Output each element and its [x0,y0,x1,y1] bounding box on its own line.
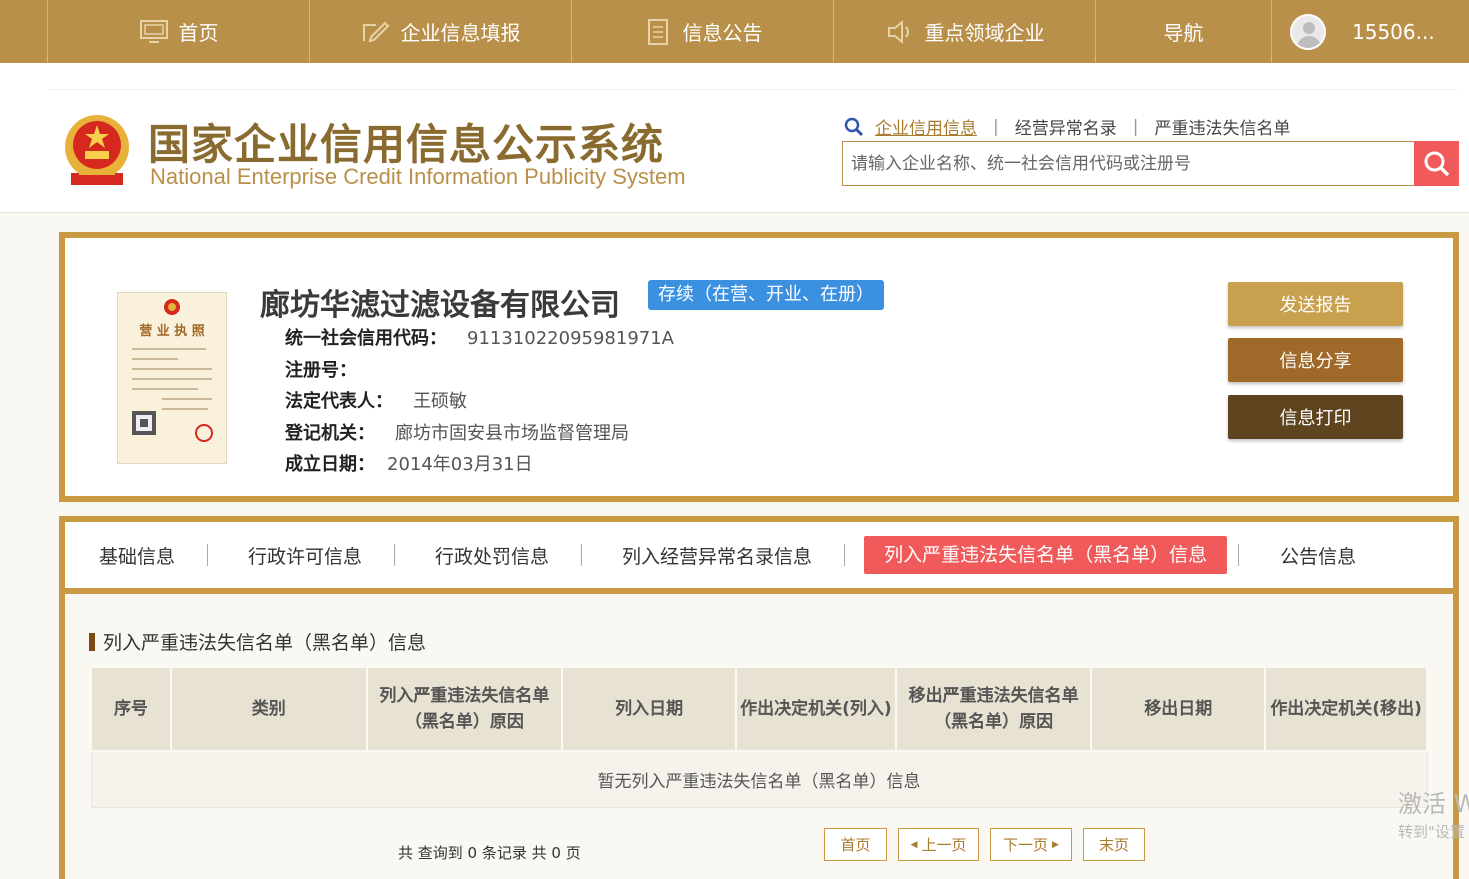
info-value: 2014年03月31日 [387,454,533,475]
section-title: 列入严重违法失信名单（黑名单）信息 [89,628,426,655]
info-authority: 登记机关： 廊坊市固安县市场监督管理局 [285,419,629,445]
search-input[interactable] [843,142,1414,185]
tab-divider [1238,544,1240,566]
nav-guide-label: 导航 [1163,21,1204,45]
site-subtitle: National Enterprise Credit Information P… [150,164,686,189]
section-title-bar [89,632,95,651]
col-index: 序号 [90,666,172,752]
search-icon [1424,151,1449,176]
info-label: 成立日期： [285,454,375,475]
site-title: 国家企业信用信息公示系统 [148,120,665,169]
info-value: 91131022095981971A [467,328,674,349]
info-label: 统一社会信用代码： [285,328,447,349]
prev-page-button[interactable]: ◀ 上一页 [898,828,979,861]
first-page-button[interactable]: 首页 [824,828,887,861]
col-date-in: 列入日期 [561,666,737,752]
pager-summary: 共 查询到 0 条记录 共 0 页 [398,844,581,862]
nav-user[interactable]: 15506... [1272,0,1469,63]
company-card: 营 业 执 照 廊坊华滤过滤设备有限公司 存续（在营、开业、在册） 统一社会信用… [59,232,1459,502]
empty-message: 暂无列入严重违法失信名单（黑名单）信息 [90,750,1428,808]
info-label: 注册号： [285,360,357,381]
tab-divider [207,544,209,566]
nav-report-label: 企业信息填报 [400,21,521,45]
info-credit-code: 统一社会信用代码： 91131022095981971A [285,324,674,350]
col-reason-out: 移出严重违法失信名单（黑名单）原因 [894,666,1093,752]
search-tab-blacklist[interactable]: 严重违法失信名单 [1154,114,1290,139]
col-date-out: 移出日期 [1090,666,1267,752]
nav-report[interactable]: 企业信息填报 [310,0,572,63]
license-title: 营 业 执 照 [139,323,205,339]
search-tab-divider: | [993,116,999,137]
info-label: 登记机关： [285,423,375,444]
top-nav: 首页 企业信息填报 信息公告 重点领域企业 导航 15506... [0,0,1469,63]
share-info-button[interactable]: 信息分享 [1228,338,1403,382]
tab-blacklist[interactable]: 列入严重违法失信名单（黑名单）信息 [864,536,1228,574]
business-license-image[interactable]: 营 业 执 照 [117,292,227,464]
send-report-button[interactable]: 发送报告 [1228,282,1403,326]
table-header-row: 序号 类别 列入严重违法失信名单（黑名单）原因 列入日期 作出决定机关(列入) … [90,666,1428,752]
nav-home[interactable]: 首页 [48,0,310,63]
col-authority-out: 作出决定机关(移出) [1264,666,1428,752]
next-page-label: 下一页 [1003,836,1049,854]
document-icon [647,18,668,45]
table-row: 暂无列入严重违法失信名单（黑名单）信息 [90,750,1428,808]
search-tabs: 企业信用信息 | 经营异常名录 | 严重违法失信名单 [843,114,1290,139]
tab-bar: 基础信息 行政许可信息 行政处罚信息 列入经营异常名录信息 列入严重违法失信名单… [65,522,1453,594]
tab-admin-penalty[interactable]: 行政处罚信息 [435,542,549,569]
col-authority-in: 作出决定机关(列入) [735,666,897,752]
header-rule [48,89,1458,90]
tab-abnormal-list[interactable]: 列入经营异常名录信息 [622,542,812,569]
watermark-line2: 转到"设置 [1398,823,1465,841]
nav-notice-label: 信息公告 [682,21,763,45]
tab-admin-license[interactable]: 行政许可信息 [248,542,362,569]
avatar[interactable] [1290,13,1326,50]
search-box [842,141,1459,186]
info-founded: 成立日期： 2014年03月31日 [285,450,533,476]
edit-icon [362,21,389,42]
site-header: 国家企业信用信息公示系统 National Enterprise Credit … [0,63,1469,213]
nav-notice[interactable]: 信息公告 [572,0,834,63]
col-category: 类别 [169,666,368,752]
license-illustration: 营 业 执 照 [132,299,213,442]
chevron-right-icon: ▶ [1052,839,1059,850]
speaker-icon [887,19,909,44]
monitor-icon [139,19,168,43]
info-legal-rep: 法定代表人： 王硕敏 [285,387,467,413]
prev-page-label: 上一页 [921,836,967,854]
company-name: 廊坊华滤过滤设备有限公司 [260,288,620,323]
tab-basic-info[interactable]: 基础信息 [99,542,175,569]
info-reg-no: 注册号： [285,356,377,382]
nav-home-label: 首页 [178,21,219,45]
info-value: 廊坊市固安县市场监督管理局 [395,423,629,444]
search-tab-credit[interactable]: 企业信用信息 [875,114,977,139]
tab-divider [394,544,396,566]
print-info-button[interactable]: 信息打印 [1228,395,1403,439]
watermark-line1: 激活 W [1398,790,1469,818]
nav-spacer [0,0,48,63]
tab-divider [844,544,846,566]
activation-watermark: 激活 W 转到"设置 [1398,784,1469,842]
nav-guide[interactable]: 导航 [1096,0,1272,63]
blacklist-table: 序号 类别 列入严重违法失信名单（黑名单）原因 列入日期 作出决定机关(列入) … [90,666,1428,808]
national-emblem-icon [65,115,129,185]
section-title-text: 列入严重违法失信名单（黑名单）信息 [103,632,427,654]
tab-divider [581,544,583,566]
search-tab-abnormal[interactable]: 经营异常名录 [1015,114,1117,139]
info-value: 王硕敏 [413,391,467,412]
user-name: 15506... [1352,19,1435,44]
chevron-left-icon: ◀ [910,839,918,850]
status-badge: 存续（在营、开业、在册） [648,280,884,310]
next-page-button[interactable]: 下一页 ▶ [990,828,1072,861]
nav-key-sectors[interactable]: 重点领域企业 [834,0,1096,63]
col-reason-in: 列入严重违法失信名单（黑名单）原因 [365,666,564,752]
search-icon [844,117,864,136]
info-panel: 基础信息 行政许可信息 行政处罚信息 列入经营异常名录信息 列入严重违法失信名单… [59,516,1459,879]
info-label: 法定代表人： [285,391,393,412]
tab-announcements[interactable]: 公告信息 [1280,542,1356,569]
search-tab-divider: | [1132,116,1139,137]
nav-key-sectors-label: 重点领域企业 [924,21,1045,45]
last-page-button[interactable]: 末页 [1083,828,1145,861]
search-button[interactable] [1414,141,1459,186]
